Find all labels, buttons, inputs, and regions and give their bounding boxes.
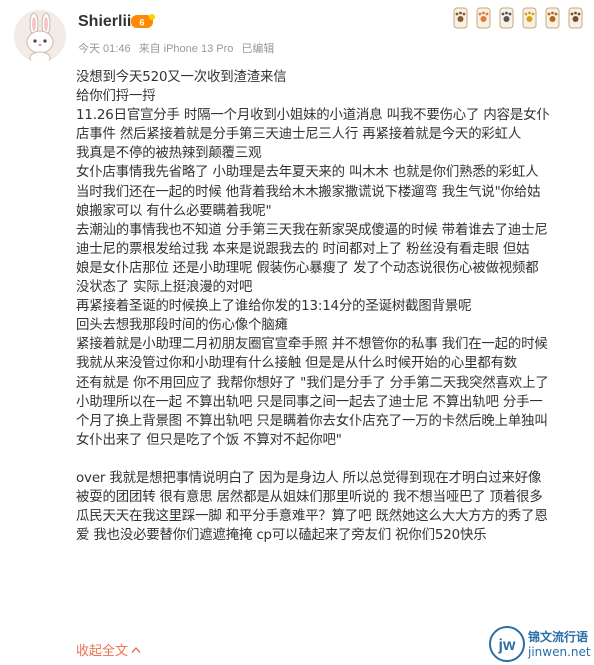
paw-badge-icon[interactable] bbox=[542, 6, 563, 30]
paw-badge-icon[interactable] bbox=[473, 6, 494, 30]
post-text-line: 紧接着就是小助理二月初朋友圈官宣牵手照 并不想管你的私事 我们在一起的时候 bbox=[76, 337, 548, 353]
vip-badge-icon[interactable]: 6 bbox=[130, 13, 156, 30]
post-text-line: 店事件 然后紧接着就是分手第三天迪士尼三人行 再紧接着就是今天的彩虹人 bbox=[76, 127, 522, 143]
collapse-label: 收起全文 bbox=[76, 644, 129, 659]
avatar-bunny-icon bbox=[14, 10, 66, 62]
paw-badge-icon[interactable] bbox=[519, 6, 540, 30]
post-header: Shierlii 6 今天 01:46 来自 iPhone 13 Pro 已编辑 bbox=[0, 0, 594, 66]
post-meta: 今天 01:46 来自 iPhone 13 Pro 已编辑 bbox=[78, 40, 282, 56]
post-text-line: 当时我们还在一起的时候 他背着我给木木搬家撒谎说下楼遛弯 我生气说"你给姑 bbox=[76, 184, 541, 200]
watermark-logo-icon: jw bbox=[489, 626, 525, 662]
watermark-line2: jinwen.net bbox=[528, 645, 591, 659]
paw-badge-icon[interactable] bbox=[450, 6, 471, 30]
badge-list bbox=[450, 6, 586, 30]
post-text-line: 瓜民天天在我这里踩一脚 和平分手意难平？算了吧 既然她这么大大方方的秀了恩 bbox=[76, 509, 548, 525]
post-text-line: 被耍的团团转 很有意思 居然都是从姐妹们那里听说的 我不想当哑巴了 顶着很多 bbox=[76, 489, 543, 505]
post-text-line: 爱 我也没必要替你们遮遮掩掩 cp可以磕起来了旁友们 祝你们520快乐 bbox=[76, 528, 487, 544]
post-text-line: 还有就是 你不用回应了 我帮你想好了 "我们是分手了 分手第二天我突然喜欢上了 bbox=[76, 375, 549, 391]
post-text-line: 娘是女仆店那位 还是小助理呢 假装伤心暴瘦了 发了个动态说很伤心被做视频都 bbox=[76, 260, 539, 276]
watermark-logo-text: jw bbox=[498, 637, 516, 654]
post-text-line: 女仆出来了 但只是吃了个饭 不算对不起你吧" bbox=[76, 432, 342, 448]
svg-text:6: 6 bbox=[139, 18, 144, 28]
post-text-line: 没状态了 实际上挺浪漫的对吧 bbox=[76, 280, 253, 296]
post-text-line bbox=[76, 450, 576, 469]
site-watermark: jw 锦文流行语 jinwen.net bbox=[488, 625, 592, 663]
post-text-line: 给你们捋一捋 bbox=[76, 89, 156, 105]
post-text-line: 小助理所以在一起 不算出轨吧 只是同事之间一起去了迪士尼 不算出轨吧 分手一 bbox=[76, 394, 543, 410]
watermark-line1: 锦文流行语 bbox=[528, 630, 589, 644]
post-text-line: 女仆店事情我先省略了 小助理是去年夏天来的 叫木木 也就是你们熟悉的彩虹人 bbox=[76, 165, 539, 181]
post-body: 没想到今天520又一次收到渣渣来信 给你们捋一捋 11.26日官宣分手 时隔一个月收… bbox=[76, 68, 576, 545]
username[interactable]: Shierlii bbox=[78, 13, 131, 31]
post-text-line: 去潮汕的事情我也不知道 分手第三天我在新家哭成傻逼的时候 带着谁去了迪士尼 bbox=[76, 222, 548, 238]
paw-badge-icon[interactable] bbox=[496, 6, 517, 30]
post-text-line: 我真是不停的被热辣到颠覆三观 bbox=[76, 146, 262, 162]
post-text-line: 我就从来没管过你和小助理有什么接触 但是是从什么时候开始的心里都有数 bbox=[76, 356, 518, 372]
post-text-line: 迪士尼的票根发给过我 本来是说跟我去的 时间都对上了 粉丝没有看走眼 但姑 bbox=[76, 241, 530, 257]
post-text-line: 再紧接着圣诞的时候换上了谁给你发的13:14分的圣诞树截图背景呢 bbox=[76, 299, 472, 315]
paw-badge-icon[interactable] bbox=[565, 6, 586, 30]
avatar[interactable] bbox=[14, 10, 66, 62]
post-text-line: 回头去想我那段时间的伤心像个脑瘫 bbox=[76, 318, 288, 334]
post-text-line: 11.26日官宣分手 时隔一个月收到小姐妹的小道消息 叫我不要伤心了 内容是女仆 bbox=[76, 108, 550, 124]
chevron-up-icon bbox=[131, 646, 141, 653]
collapse-button[interactable]: 收起全文 bbox=[76, 640, 141, 659]
edited-label[interactable]: 已编辑 bbox=[241, 43, 274, 55]
post-text-line: 没想到今天520又一次收到渣渣来信 bbox=[76, 70, 287, 85]
post-text-line: over 我就是想把事情说明白了 因为是身边人 所以总觉得到现在才明白过来好像 bbox=[76, 470, 542, 486]
post-text-line: 个月了换上背景图 不算出轨吧 只是瞒着你去女仆店充了一万的卡然后晚上单独叫 bbox=[76, 413, 548, 429]
post-time[interactable]: 今天 01:46 bbox=[78, 43, 131, 55]
post-source: 来自 iPhone 13 Pro bbox=[138, 43, 234, 55]
post-text-line: 娘搬家可以 有什么必要瞒着我呢" bbox=[76, 203, 272, 219]
